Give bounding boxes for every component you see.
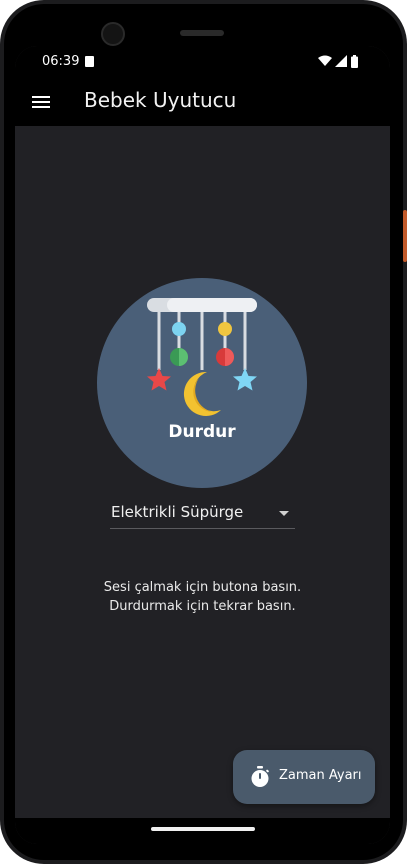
play-stop-button[interactable]: Durdur [97,278,307,488]
timer-icon [251,766,269,787]
instructions: Sesi çalmak için butona basın. Durdurmak… [15,578,390,616]
signal-icon [335,55,347,67]
instructions-line-1: Sesi çalmak için butona basın. [103,580,302,595]
power-button[interactable] [403,210,407,262]
status-bar: 06:39 [15,46,390,76]
earpiece-speaker [180,30,224,36]
screen: 06:39 Bebek Uyutucu Durdur Elektrikli Sü… [15,46,390,844]
app-bar: Bebek Uyutucu [15,76,390,126]
front-camera [101,22,125,46]
battery-icon [351,55,358,68]
dropdown-arrow-icon [279,511,289,516]
sound-dropdown-value: Elektrikli Süpürge [111,503,244,521]
navigation-bar [15,818,390,844]
status-time: 06:39 [42,54,80,69]
menu-icon[interactable] [29,90,53,114]
baby-mobile-icon [147,298,257,416]
wifi-icon [318,55,332,66]
phone-frame: 06:39 Bebek Uyutucu Durdur Elektrikli Sü… [0,0,407,864]
timer-settings-button[interactable]: Zaman Ayarı [233,750,375,804]
instructions-line-2: Durdurmak için tekrar basın. [109,599,296,614]
play-stop-label: Durdur [168,422,236,442]
home-indicator[interactable] [151,827,255,831]
sound-dropdown[interactable]: Elektrikli Süpürge [110,498,295,529]
app-title: Bebek Uyutucu [84,88,237,112]
timer-settings-label: Zaman Ayarı [279,768,362,783]
status-icons [318,55,364,69]
sd-card-icon [85,56,94,67]
